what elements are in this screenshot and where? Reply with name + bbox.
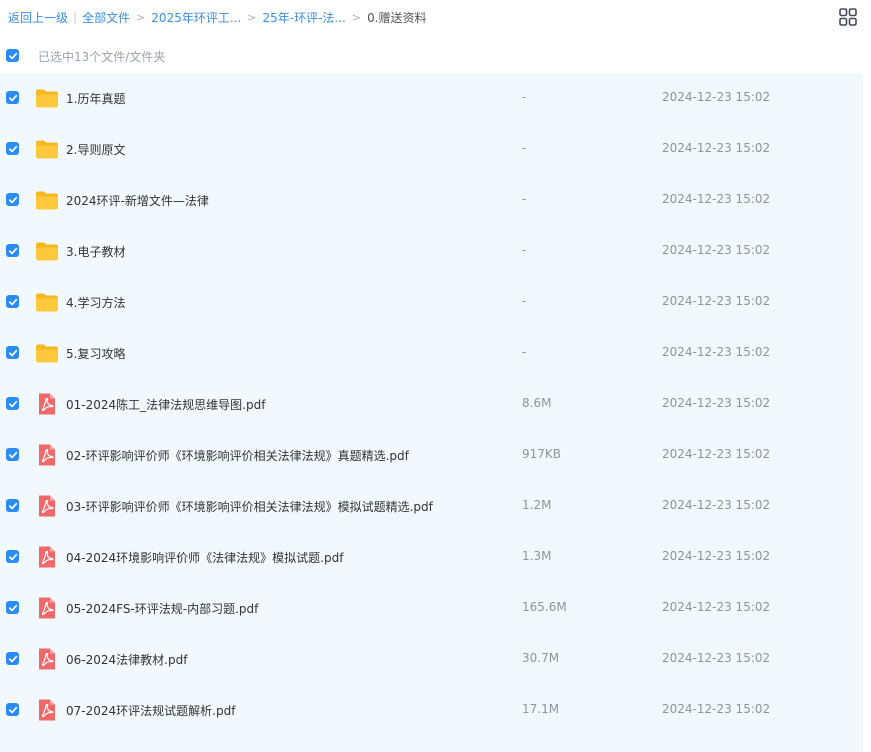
file-date: 2024-12-23 15:02 [662,549,771,563]
file-size: 1.3M [522,549,552,563]
file-name[interactable]: 04-2024环境影响评价师《法律法规》模拟试题.pdf [66,549,343,566]
row-checkbox[interactable] [6,193,19,206]
selection-header: 已选中13个文件/文件夹 [0,40,871,72]
file-date: 2024-12-23 15:02 [662,498,771,512]
file-date: 2024-12-23 15:02 [662,702,771,716]
file-name[interactable]: 07-2024环评法规试题解析.pdf [66,702,235,719]
select-all-checkbox[interactable] [6,49,19,62]
file-row[interactable]: 5.复习攻略 - 2024-12-23 15:02 [0,328,863,379]
row-checkbox[interactable] [6,244,19,257]
file-row[interactable]: 2.导则原文 - 2024-12-23 15:02 [0,124,863,175]
file-row[interactable]: 01-2024陈工_法律法规思维导图.pdf 8.6M 2024-12-23 15:… [0,379,863,430]
file-size: - [522,141,527,155]
row-checkbox[interactable] [6,499,19,512]
file-name[interactable]: 05-2024FS-环评法规-内部习题.pdf [66,600,258,617]
file-name[interactable]: 1.历年真题 [66,90,125,107]
file-size: - [522,192,527,206]
file-date: 2024-12-23 15:02 [662,651,771,665]
file-row[interactable]: 1.历年真题 - 2024-12-23 15:02 [0,73,863,124]
file-size: 165.6M [522,600,567,614]
file-row[interactable]: 07-2024环评法规试题解析.pdf 17.1M 2024-12-23 15:02 [0,685,863,736]
file-name[interactable]: 02-环评影响评价师《环境影响评价相关法律法规》真题精选.pdf [66,447,409,464]
file-date: 2024-12-23 15:02 [662,243,771,257]
row-checkbox[interactable] [6,652,19,665]
file-name[interactable]: 5.复习攻略 [66,345,125,362]
folder-icon [35,239,59,263]
pdf-icon [35,392,59,416]
row-checkbox[interactable] [6,91,19,104]
row-checkbox[interactable] [6,550,19,563]
breadcrumb-arrow: > [247,10,257,24]
file-name[interactable]: 3.电子教材 [66,243,125,260]
file-size: 17.1M [522,702,560,716]
breadcrumb-current: 0.赠送资料 [367,10,427,25]
row-checkbox[interactable] [6,346,19,359]
file-date: 2024-12-23 15:02 [662,90,771,104]
file-row[interactable]: 4.学习方法 - 2024-12-23 15:02 [0,277,863,328]
folder-icon [35,290,59,314]
row-checkbox[interactable] [6,397,19,410]
file-name[interactable]: 06-2024法律教材.pdf [66,651,187,668]
file-row[interactable]: 05-2024FS-环评法规-内部习题.pdf 165.6M 2024-12-23 … [0,583,863,634]
file-row[interactable]: 06-2024法律教材.pdf 30.7M 2024-12-23 15:02 [0,634,863,685]
file-name[interactable]: 03-环评影响评价师《环境影响评价相关法律法规》模拟试题精选.pdf [66,498,433,515]
file-date: 2024-12-23 15:02 [662,447,771,461]
file-date: 2024-12-23 15:02 [662,192,771,206]
file-row[interactable]: 02-环评影响评价师《环境影响评价相关法律法规》真题精选.pdf 917KB 202… [0,430,863,481]
breadcrumb-arrow: > [351,10,362,24]
file-browser: 返回上一级 | 全部文件 > 2025年环评工... > 25年-环评-法...… [0,0,871,752]
breadcrumb-divider: | [73,10,78,24]
file-row[interactable]: 2024环评-新增文件—法律 - 2024-12-23 15:02 [0,175,863,226]
file-name[interactable]: 2.导则原文 [66,141,125,158]
file-date: 2024-12-23 15:02 [662,345,771,359]
file-row[interactable]: 04-2024环境影响评价师《法律法规》模拟试题.pdf 1.3M 2024-12-… [0,532,863,583]
file-name[interactable]: 01-2024陈工_法律法规思维导图.pdf [66,396,265,413]
row-checkbox[interactable] [6,703,19,716]
breadcrumb-arrow: > [136,10,146,24]
breadcrumb: 返回上一级 | 全部文件 > 2025年环评工... > 25年-环评-法...… [8,7,427,27]
file-list: 1.历年真题 - 2024-12-23 15:02 2.导则原文 - 2024-12-23… [0,73,863,752]
file-date: 2024-12-23 15:02 [662,141,771,155]
file-size: - [522,243,527,257]
file-date: 2024-12-23 15:02 [662,294,771,308]
file-name[interactable]: 4.学习方法 [66,294,125,311]
breadcrumb-item-2025[interactable]: 2025年环评工... [151,9,241,26]
folder-icon [35,188,59,212]
file-size: - [522,294,527,308]
folder-icon [35,86,59,110]
selection-count: 已选中13个文件/文件夹 [38,50,166,64]
file-row[interactable]: 3.电子教材 - 2024-12-23 15:02 [0,226,863,277]
file-date: 2024-12-23 15:02 [662,600,771,614]
back-link[interactable]: 返回上一级 [8,9,68,26]
file-size: 30.7M [522,651,560,665]
file-row[interactable]: 03-环评影响评价师《环境影响评价相关法律法规》模拟试题精选.pdf 1.2M 20… [0,481,863,532]
pdf-icon [35,545,59,569]
row-checkbox[interactable] [6,142,19,155]
grid-view-icon[interactable] [839,8,857,26]
pdf-icon [35,494,59,518]
pdf-icon [35,647,59,671]
folder-icon [35,341,59,365]
breadcrumb-item-all-files[interactable]: 全部文件 [82,9,130,26]
pdf-icon [35,443,59,467]
pdf-icon [35,698,59,722]
breadcrumb-item-25-law[interactable]: 25年-环评-法... [263,9,346,26]
row-checkbox[interactable] [6,448,19,461]
pdf-icon [35,596,59,620]
row-checkbox[interactable] [6,601,19,614]
file-size: 917KB [522,447,562,461]
file-size: - [522,90,527,104]
file-size: - [522,345,527,359]
row-checkbox[interactable] [6,295,19,308]
file-size: 1.2M [522,498,552,512]
file-name[interactable]: 2024环评-新增文件—法律 [66,192,209,209]
file-date: 2024-12-23 15:02 [662,396,771,410]
folder-icon [35,137,59,161]
file-size: 8.6M [522,396,552,410]
